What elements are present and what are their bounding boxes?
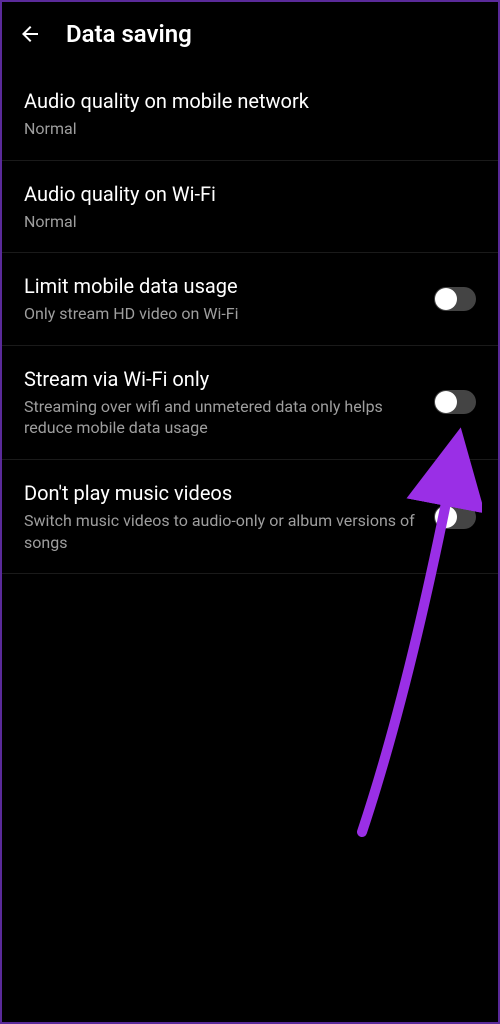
settings-list: Audio quality on mobile network Normal A… (2, 68, 498, 574)
toggle-thumb (435, 391, 457, 413)
setting-subtitle: Normal (24, 211, 476, 233)
setting-audio-mobile[interactable]: Audio quality on mobile network Normal (2, 68, 498, 161)
toggle-dont-play-videos[interactable] (434, 505, 476, 529)
toggle-limit-mobile-data[interactable] (434, 287, 476, 311)
header: Data saving (2, 2, 498, 68)
toggle-thumb (435, 288, 457, 310)
setting-text: Stream via Wi-Fi only Streaming over wif… (24, 366, 418, 439)
setting-subtitle: Switch music videos to audio-only or alb… (24, 510, 418, 553)
setting-title: Don't play music videos (24, 480, 418, 506)
setting-text: Audio quality on Wi-Fi Normal (24, 181, 476, 233)
toggle-stream-wifi-only[interactable] (434, 390, 476, 414)
setting-title: Stream via Wi-Fi only (24, 366, 418, 392)
page-title: Data saving (66, 20, 192, 48)
setting-dont-play-videos[interactable]: Don't play music videos Switch music vid… (2, 460, 498, 574)
setting-stream-wifi-only[interactable]: Stream via Wi-Fi only Streaming over wif… (2, 346, 498, 460)
setting-text: Limit mobile data usage Only stream HD v… (24, 273, 418, 325)
toggle-thumb (435, 506, 457, 528)
setting-text: Audio quality on mobile network Normal (24, 88, 476, 140)
setting-subtitle: Streaming over wifi and unmetered data o… (24, 396, 418, 439)
setting-limit-mobile-data[interactable]: Limit mobile data usage Only stream HD v… (2, 253, 498, 346)
back-icon[interactable] (18, 22, 42, 46)
setting-subtitle: Only stream HD video on Wi-Fi (24, 303, 418, 325)
setting-title: Audio quality on mobile network (24, 88, 476, 114)
setting-text: Don't play music videos Switch music vid… (24, 480, 418, 553)
setting-title: Limit mobile data usage (24, 273, 418, 299)
setting-title: Audio quality on Wi-Fi (24, 181, 476, 207)
setting-subtitle: Normal (24, 118, 476, 140)
setting-audio-wifi[interactable]: Audio quality on Wi-Fi Normal (2, 161, 498, 254)
